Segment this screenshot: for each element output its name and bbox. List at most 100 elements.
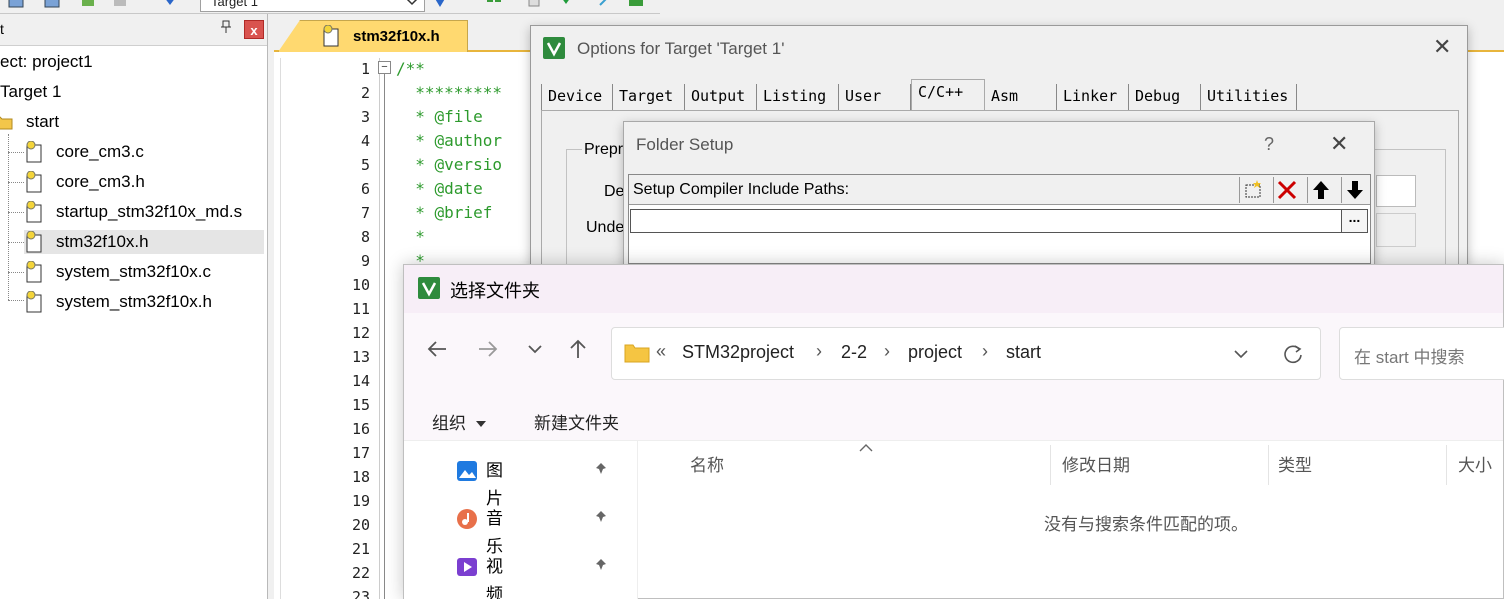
pin-icon[interactable] [594, 457, 608, 485]
sort-ascending-icon [859, 444, 873, 452]
line-number: 2 [360, 84, 370, 102]
code-line[interactable]: * @brief [396, 203, 492, 222]
new-folder-button[interactable]: 新建文件夹 [534, 409, 619, 434]
navigation-bar: « STM32project › 2-2 › project › start 在… [404, 313, 1504, 399]
tree-target-node[interactable]: Target 1 [0, 80, 61, 104]
save-icon[interactable] [8, 0, 24, 9]
run-icon[interactable] [628, 0, 644, 9]
define-input[interactable] [1376, 175, 1416, 207]
line-number: 8 [360, 228, 370, 246]
tab-target[interactable]: Target [613, 84, 685, 110]
save-all-icon[interactable] [44, 0, 60, 9]
pin-icon[interactable] [220, 20, 232, 37]
close-icon[interactable]: ✕ [1330, 131, 1348, 157]
delete-path-button[interactable] [1273, 177, 1300, 203]
tab-user[interactable]: User [839, 84, 911, 110]
rebuild-icon[interactable] [112, 0, 128, 9]
organize-button[interactable]: 组织 [432, 409, 487, 434]
include-paths-label: Setup Compiler Include Paths: [633, 181, 850, 198]
undefine-input[interactable] [1376, 213, 1416, 247]
magic-wand-icon[interactable] [596, 0, 612, 9]
tree-file-item[interactable]: core_cm3.h [24, 170, 264, 194]
line-number: 10 [351, 276, 370, 294]
tree-file-item-selected[interactable]: stm32f10x.h [24, 230, 264, 254]
download-icon[interactable] [162, 0, 178, 9]
pin-icon[interactable] [594, 553, 608, 581]
pack-installer-icon[interactable] [558, 0, 574, 9]
tree-file-item[interactable]: system_stm32f10x.c [24, 260, 264, 284]
breadcrumb-item[interactable]: start [1006, 342, 1041, 363]
line-number: 6 [360, 180, 370, 198]
code-line[interactable]: * @date [396, 179, 482, 198]
back-arrow-icon[interactable] [426, 338, 448, 360]
new-path-button[interactable] [1239, 177, 1266, 203]
code-line[interactable]: * @author [396, 131, 502, 150]
column-header-name[interactable]: 名称 [690, 451, 724, 476]
source-file-icon [26, 141, 42, 163]
breadcrumb-item[interactable]: project [908, 342, 962, 363]
include-path-input[interactable]: ... [630, 209, 1368, 233]
tab-device[interactable]: Device [541, 84, 613, 110]
project-panel-title: t [0, 21, 4, 37]
column-separator[interactable] [1446, 445, 1447, 485]
refresh-icon[interactable] [1282, 343, 1304, 365]
new-folder-icon [1245, 180, 1261, 198]
folder-open-icon [0, 116, 13, 130]
nav-item-label: 视频 [486, 557, 503, 599]
tab-cc[interactable]: C/C++ [911, 79, 985, 110]
code-line[interactable]: /** [396, 59, 425, 78]
chevron-down-icon[interactable] [404, 0, 420, 9]
file-extensions-icon[interactable] [526, 0, 542, 9]
fold-toggle[interactable]: − [378, 61, 391, 74]
close-icon[interactable]: ✕ [1433, 34, 1451, 60]
breadcrumb-separator: › [884, 341, 890, 361]
address-bar[interactable]: « STM32project › 2-2 › project › start [611, 327, 1321, 380]
column-separator[interactable] [1268, 445, 1269, 485]
column-separator[interactable] [1050, 445, 1051, 485]
breadcrumb-overflow[interactable]: « [656, 341, 666, 362]
move-up-button[interactable] [1307, 177, 1334, 203]
build-icon[interactable] [80, 0, 96, 9]
tree-file-item[interactable]: core_cm3.c [24, 140, 264, 164]
close-panel-button[interactable]: x [244, 20, 264, 39]
tree-project-node[interactable]: ect: project1 [0, 50, 93, 74]
browse-button[interactable]: ... [1341, 210, 1367, 232]
move-down-button[interactable] [1341, 177, 1368, 203]
tree-file-label: core_cm3.h [56, 172, 145, 191]
manage-components-icon[interactable] [486, 0, 502, 9]
target-options-icon[interactable] [432, 0, 448, 9]
pin-icon[interactable] [594, 505, 608, 533]
tab-asm[interactable]: Asm [985, 84, 1057, 110]
code-line[interactable]: * [396, 227, 425, 246]
line-number: 7 [360, 204, 370, 222]
column-header-type[interactable]: 类型 [1278, 451, 1312, 476]
tab-linker[interactable]: Linker [1057, 84, 1129, 110]
tree-file-item[interactable]: system_stm32f10x.h [24, 290, 264, 314]
tab-debug[interactable]: Debug [1129, 84, 1201, 110]
code-line[interactable]: * @versio [396, 155, 502, 174]
code-line[interactable]: * @file [396, 107, 482, 126]
column-header-modified[interactable]: 修改日期 [1062, 451, 1130, 476]
column-header-size[interactable]: 大小 [1458, 451, 1492, 476]
tab-output[interactable]: Output [685, 84, 757, 110]
forward-arrow-icon[interactable] [477, 338, 499, 360]
line-number: 12 [351, 324, 370, 342]
include-paths-list: Setup Compiler Include Paths: ... [628, 174, 1371, 264]
tree-file-item[interactable]: startup_stm32f10x_md.s [24, 200, 264, 224]
tree-guide [8, 300, 24, 301]
navigation-pane: 图片 音乐 视频 [404, 441, 638, 599]
chevron-down-icon[interactable] [526, 338, 544, 360]
up-arrow-icon[interactable] [567, 338, 589, 360]
breadcrumb-item[interactable]: STM32project [682, 342, 794, 363]
source-file-icon [26, 261, 42, 283]
chevron-down-icon[interactable] [1232, 344, 1250, 364]
help-button[interactable]: ? [1264, 134, 1274, 155]
breadcrumb-item[interactable]: 2-2 [841, 342, 867, 363]
code-line[interactable]: ********* [396, 83, 502, 102]
target-select[interactable]: Target 1 [200, 0, 425, 12]
editor-tab-stm32f10x-h[interactable]: stm32f10x.h [278, 20, 468, 52]
tab-utilities[interactable]: Utilities [1201, 84, 1297, 110]
tab-listing[interactable]: Listing [757, 84, 839, 110]
search-box[interactable]: 在 start 中搜索 [1339, 327, 1504, 380]
keil-app-icon [543, 37, 565, 59]
